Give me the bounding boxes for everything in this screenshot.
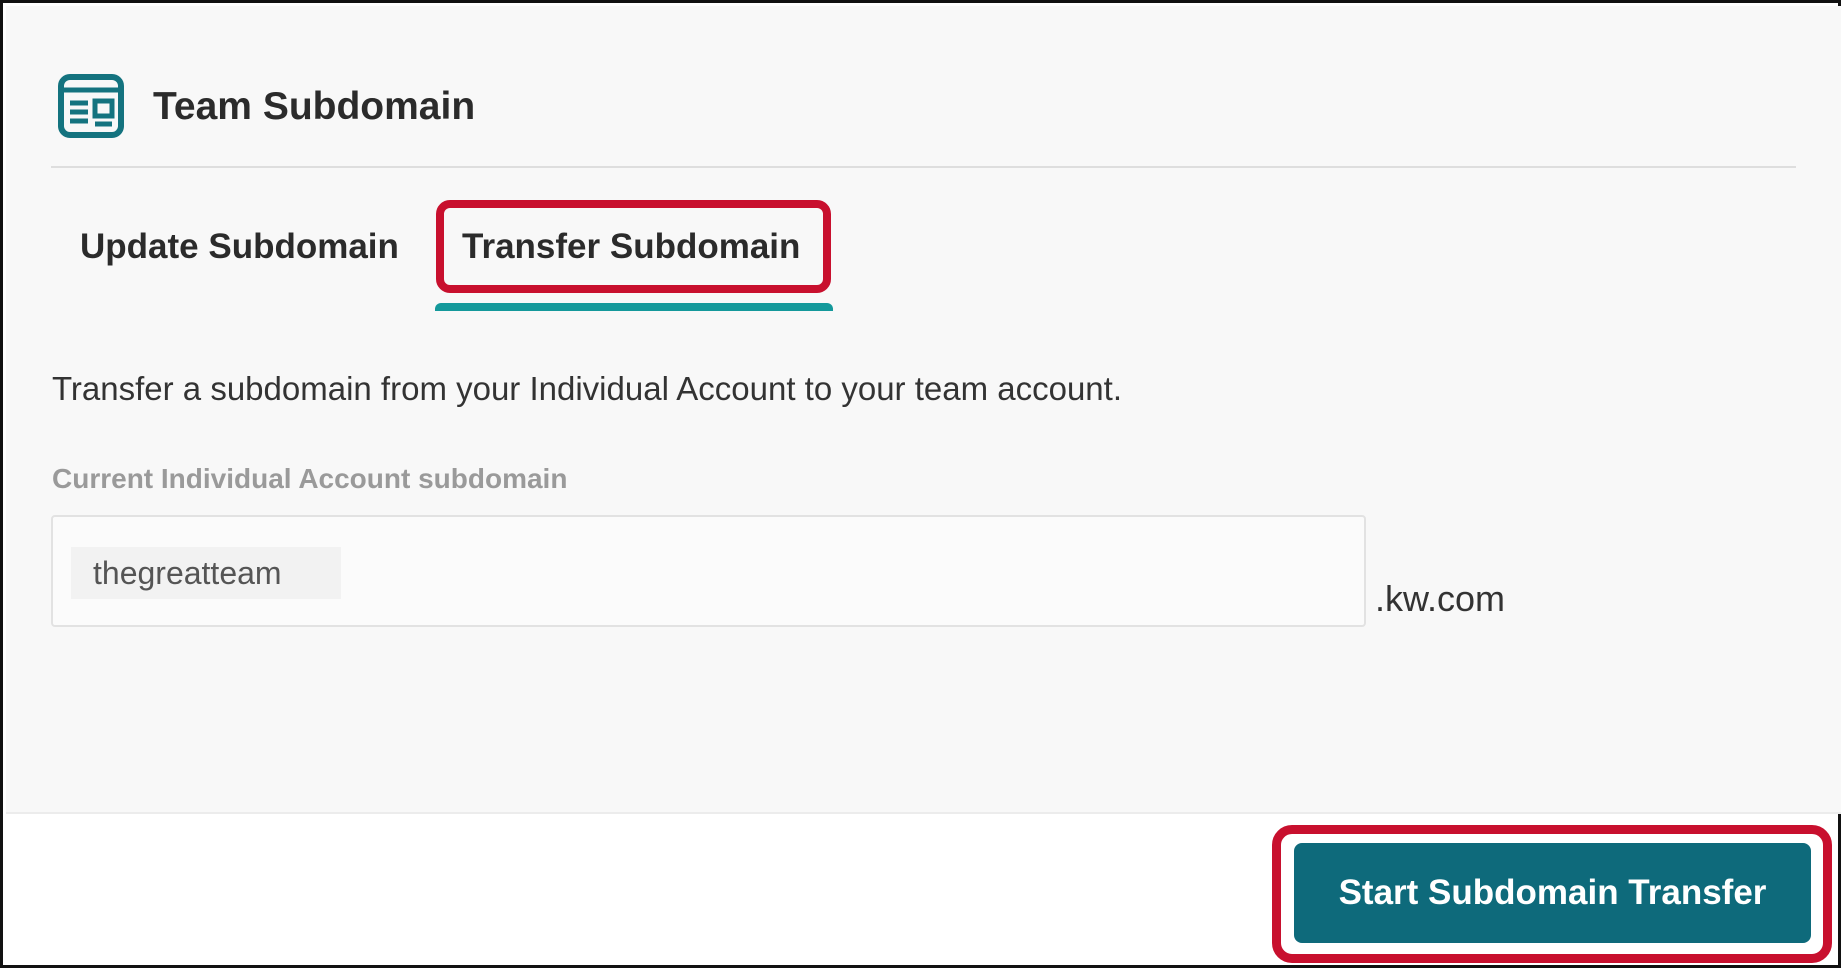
tab-update-subdomain[interactable]: Update Subdomain	[80, 224, 399, 270]
start-subdomain-transfer-button[interactable]: Start Subdomain Transfer	[1294, 843, 1811, 943]
page-title: Team Subdomain	[153, 85, 476, 128]
subdomain-input[interactable]	[71, 547, 341, 599]
transfer-description: Transfer a subdomain from your Individua…	[52, 370, 1122, 407]
header-divider	[51, 166, 1796, 168]
screenshot-frame: Team Subdomain Update Subdomain Transfer…	[0, 0, 1841, 968]
active-tab-indicator	[435, 303, 833, 311]
subdomain-input-box[interactable]	[51, 515, 1366, 627]
team-subdomain-panel: Team Subdomain Update Subdomain Transfer…	[6, 6, 1841, 814]
id-card-icon	[58, 74, 124, 138]
subdomain-field-label: Current Individual Account subdomain	[52, 463, 568, 494]
domain-suffix: .kw.com	[1375, 578, 1506, 619]
tab-transfer-subdomain[interactable]: Transfer Subdomain	[462, 224, 800, 270]
